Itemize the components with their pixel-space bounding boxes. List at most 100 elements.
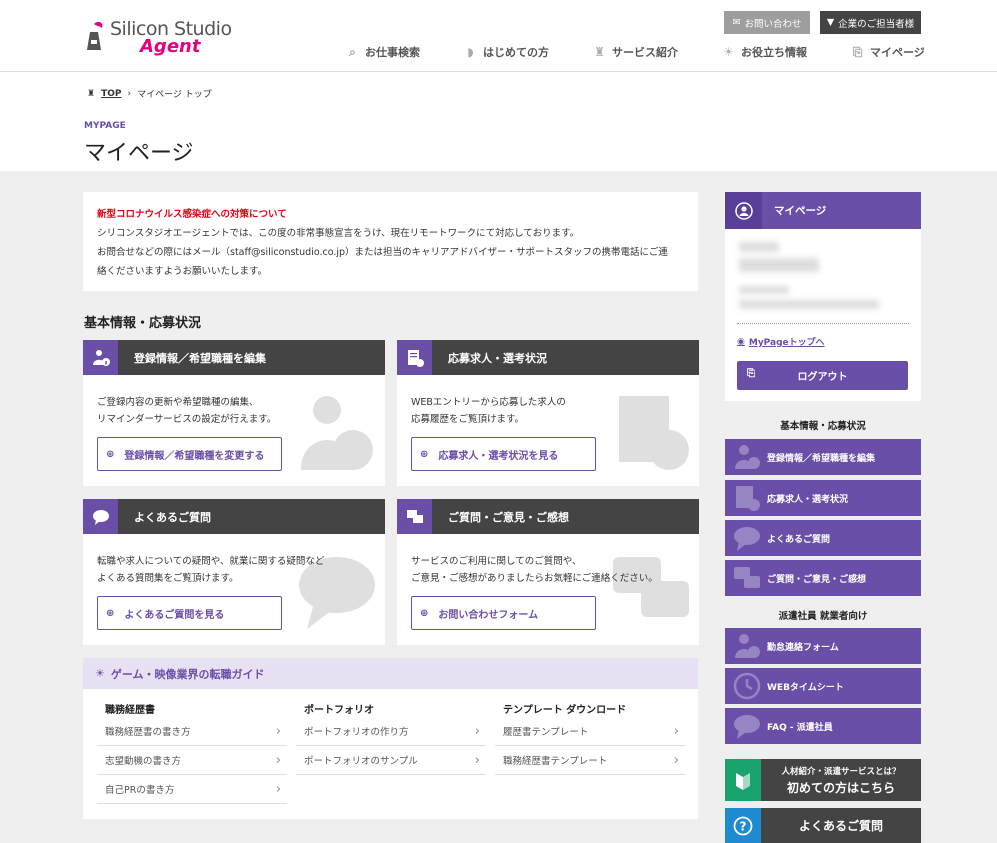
card-title: 登録情報／希望職種を編集 — [134, 351, 266, 365]
banner-big-text: よくあるご質問 — [798, 819, 883, 833]
contact-button[interactable]: ✉ お問い合わせ — [724, 11, 810, 34]
guide-column-portfolio: ポートフォリオ ポートフォリオの作り方 › ポートフォリオのサンプル › — [296, 701, 486, 775]
chevron-right-icon: › — [474, 752, 480, 768]
sidebar-item-timesheet[interactable]: WEBタイムシート — [725, 668, 921, 704]
sidebar-item-label: WEBタイムシート — [767, 682, 844, 693]
chevron-right-icon: › — [474, 723, 480, 739]
user-info-icon — [735, 634, 760, 658]
contact-button-label: お問い合わせ — [744, 18, 802, 30]
guide-link-label: 職務経歴書の書き方 — [105, 727, 191, 738]
sidebar-item-label: よくあるご質問 — [767, 534, 831, 545]
corporate-button[interactable]: ▼ 企業のご担当者様 — [820, 11, 921, 34]
bulb-icon: ☀ — [723, 44, 734, 59]
card-header: よくあるご質問 — [83, 499, 385, 534]
logout-label: ログアウト — [797, 372, 848, 383]
divider — [737, 323, 909, 324]
nav-job-search[interactable]: ⌕ お仕事検索 — [346, 44, 420, 60]
site-logo[interactable]: Silicon Studio Agent — [84, 18, 244, 58]
mail-icon: ✉ — [732, 17, 741, 28]
applications-button[interactable]: ⊕ 応募求人・選考状況を見る — [411, 437, 596, 471]
guide-link[interactable]: ポートフォリオの作り方 › — [296, 717, 486, 746]
guide-link[interactable]: 職務経歴書の書き方 › — [97, 717, 287, 746]
sidebar-item-faq-temp-staff[interactable]: FAQ - 派遣社員 — [725, 708, 921, 744]
guide-column-resume: 職務経歴書 職務経歴書の書き方 › 志望動機の書き方 › 自己PRの書き方 › — [97, 701, 287, 804]
login-icon: ⎘ — [852, 44, 863, 59]
chat-bubbles-icon — [734, 567, 760, 588]
card-header: 応募求人・選考状況 — [397, 340, 699, 375]
card-header: ご質問・ご意見・ご感想 — [397, 499, 699, 534]
sidebar-item-label: 勤怠連絡フォーム — [767, 642, 839, 653]
sidebar-item-attendance-form[interactable]: 勤怠連絡フォーム — [725, 628, 921, 664]
edit-profile-button[interactable]: ⊕ 登録情報／希望職種を変更する — [97, 437, 282, 471]
user-info-icon — [735, 445, 760, 469]
chat-bubbles-icon — [397, 499, 432, 534]
user-circle-icon: ◉ — [737, 336, 745, 347]
blurred-user-info — [739, 242, 779, 252]
question-bubble-bg-icon — [299, 557, 375, 629]
guide-header: ☀ ゲーム・映像業界の転職ガイド — [83, 658, 698, 689]
mypage-top-link[interactable]: ◉ MyPageトップへ — [737, 335, 825, 349]
card-faq: よくあるご質問 転職や求人についての疑問や、就業に関する疑問など よくある質問集… — [83, 499, 385, 645]
clock-icon — [733, 672, 761, 700]
page-title: マイページ — [84, 141, 194, 166]
chevron-right-icon: › — [673, 723, 679, 739]
breadcrumb-top-link[interactable]: TOP — [101, 89, 121, 99]
faq-banner[interactable]: ? よくあるご質問 — [725, 808, 921, 843]
card-description: ご登録内容の更新や希望職種の編集、 リマインダーサービスの設定が行えます。 — [97, 394, 276, 428]
chevron-right-icon: › — [275, 723, 281, 739]
guide-link[interactable]: 自己PRの書き方 › — [97, 775, 287, 804]
guide-link[interactable]: 履歴書テンプレート › — [495, 717, 685, 746]
sidebar-item-faq[interactable]: よくあるご質問 — [725, 520, 921, 556]
chevron-right-icon: › — [275, 752, 281, 768]
nav-mypage[interactable]: ⎘ マイページ — [851, 44, 925, 60]
covid-notice: 新型コロナウイルス感染症への対策について シリコンスタジオエージェントでは、この… — [83, 192, 698, 291]
logout-button[interactable]: ⎘ ログアウト — [737, 361, 908, 390]
breadcrumb: ♜ TOP › マイページ トップ — [87, 87, 212, 101]
beginners-banner[interactable]: 人材紹介・派遣サービスとは？ 初めての方はこちら — [725, 759, 921, 801]
document-check-icon — [736, 486, 760, 511]
guide-link-label: ポートフォリオの作り方 — [304, 727, 409, 738]
document-check-icon — [397, 340, 432, 375]
faq-button[interactable]: ⊕ よくあるご質問を見る — [97, 596, 282, 630]
sidebar-item-label: ご質問・ご意見・ご感想 — [767, 574, 867, 585]
question-bubble-icon — [734, 715, 760, 739]
user-circle-icon — [725, 192, 762, 229]
guide-column-heading: ポートフォリオ — [304, 705, 374, 716]
card-desc-line: 応募履歴をご覧頂けます。 — [411, 414, 525, 425]
document-check-bg-icon — [619, 396, 689, 470]
nav-label: はじめての方 — [483, 46, 549, 59]
card-title: よくあるご質問 — [134, 510, 211, 524]
sidebar-category: 基本情報・応募状況 — [780, 421, 866, 432]
card-desc-line: ご登録内容の更新や希望職種の編集、 — [97, 397, 259, 408]
sidebar-item-label: FAQ - 派遣社員 — [767, 722, 833, 733]
nav-useful-info[interactable]: ☀ お役立ち情報 — [722, 44, 807, 60]
card-title: ご質問・ご意見・ご感想 — [448, 510, 569, 524]
sidebar-item-applications[interactable]: 応募求人・選考状況 — [725, 480, 921, 516]
guide-link-label: 自己PRの書き方 — [105, 785, 175, 796]
banner-big-text: 初めての方はこちら — [786, 780, 895, 795]
sidebar-item-edit-profile[interactable]: 登録情報／希望職種を編集 — [725, 439, 921, 475]
site-header: Silicon Studio Agent ✉ お問い合わせ ▼ 企業のご担当者様… — [0, 0, 997, 72]
blurred-user-info — [739, 286, 789, 294]
guide-link[interactable]: 志望動機の書き方 › — [97, 746, 287, 775]
nav-services[interactable]: ♜ サービス紹介 — [593, 44, 678, 60]
sidebar-header: マイページ — [725, 192, 921, 229]
mypage-top-label: MyPageトップへ — [748, 338, 825, 348]
arrow-circle-right-icon: ⊕ — [106, 607, 115, 619]
card-description: WEBエントリーから応募した求人の 応募履歴をご覧頂けます。 — [411, 394, 566, 428]
guide-link[interactable]: 職務経歴書テンプレート › — [495, 746, 685, 775]
contact-form-button[interactable]: ⊕ お問い合わせフォーム — [411, 596, 596, 630]
sidebar-item-feedback[interactable]: ご質問・ご意見・ご感想 — [725, 560, 921, 596]
svg-text:?: ? — [740, 819, 747, 833]
card-desc-line: リマインダーサービスの設定が行えます。 — [97, 414, 277, 425]
nav-beginners[interactable]: ◗ はじめての方 — [464, 44, 549, 60]
guide-link-label: 履歴書テンプレート — [503, 727, 589, 738]
banner-small-text: 人材紹介・派遣サービスとは？ — [781, 766, 901, 777]
card-edit-profile: 登録情報／希望職種を編集 ご登録内容の更新や希望職種の編集、 リマインダーサービ… — [83, 340, 385, 486]
notice-line: 絡くださいますようお願いいたします。 — [97, 266, 268, 277]
guide-title: ゲーム・映像業界の転職ガイド — [110, 667, 265, 681]
card-header: 登録情報／希望職種を編集 — [83, 340, 385, 375]
section-title: 基本情報・応募状況 — [84, 316, 202, 331]
button-label: 登録情報／希望職種を変更する — [124, 450, 265, 462]
guide-link[interactable]: ポートフォリオのサンプル › — [296, 746, 486, 775]
